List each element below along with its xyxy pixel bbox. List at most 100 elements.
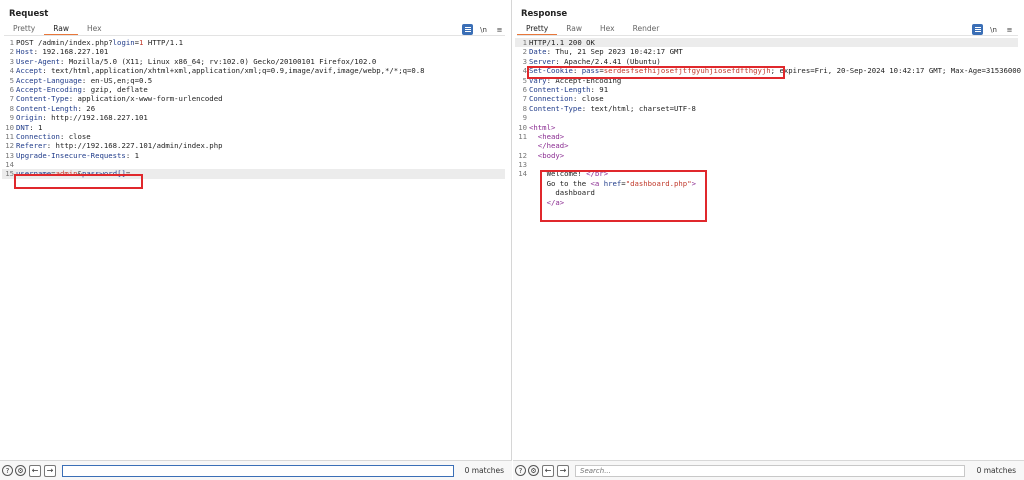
response-match-count: 0 matches bbox=[976, 466, 1016, 475]
request-match-count: 0 matches bbox=[464, 466, 504, 475]
line-number: 15 bbox=[5, 169, 14, 179]
code-line: </head> bbox=[515, 141, 1018, 150]
line-content: Host: 192.168.227.101 bbox=[16, 47, 108, 56]
code-line: 9 Origin: http://192.168.227.101 bbox=[2, 113, 505, 122]
help-icon[interactable]: ? bbox=[515, 465, 526, 476]
request-editor[interactable]: 1 POST /admin/index.php?login=1 HTTP/1.1 2… bbox=[2, 38, 505, 179]
code-line: 7 Connection: close bbox=[515, 94, 1018, 103]
newline-toggle-icon[interactable]: \n bbox=[988, 24, 999, 35]
header-name: Date bbox=[529, 47, 547, 57]
line-number: 14 bbox=[518, 169, 527, 179]
header-value: : bbox=[572, 66, 582, 76]
forward-arrow-icon[interactable]: → bbox=[44, 464, 56, 477]
header-value: : http://192.168.227.101 bbox=[42, 113, 148, 123]
header-name: Vary bbox=[529, 75, 547, 85]
header-value: : 1 bbox=[29, 122, 43, 132]
html-token: </head> bbox=[537, 141, 569, 151]
line-number: 13 bbox=[518, 160, 527, 170]
code-line: 10 <html> bbox=[515, 123, 1018, 132]
body-token: admin bbox=[55, 169, 78, 179]
line-content: Welcome! </br> bbox=[529, 169, 609, 179]
html-token: <a bbox=[590, 178, 604, 188]
line-number: 5 bbox=[9, 75, 14, 85]
body-token: username bbox=[16, 169, 52, 179]
code-line: 8 Content-Length: 26 bbox=[2, 104, 505, 113]
html-token: href bbox=[603, 178, 622, 188]
header-value: : gzip, deflate bbox=[81, 84, 148, 94]
response-editor[interactable]: 1 HTTP/1.1 200 OK 2 Date: Thu, 21 Sep 2023 … bbox=[515, 38, 1022, 207]
settings-icon[interactable]: ⚙ bbox=[528, 465, 539, 476]
header-name: User-Agent bbox=[16, 56, 60, 66]
header-name: Origin bbox=[16, 113, 43, 123]
line-number: 7 bbox=[9, 94, 14, 104]
line-content: Set-Cookie: pass=serdesfsefhijosefjtfgyu… bbox=[529, 66, 1021, 75]
line-content: Referer: http://192.168.227.101/admin/in… bbox=[16, 141, 223, 150]
header-value: : 1 bbox=[125, 150, 140, 160]
menu-icon[interactable]: ≡ bbox=[1004, 24, 1015, 35]
line-content: DNT: 1 bbox=[16, 123, 42, 132]
code-line: 14 bbox=[2, 160, 505, 169]
code-line: 13 bbox=[515, 160, 1018, 169]
code-line: 7 Content-Type: application/x-www-form-ur… bbox=[2, 94, 505, 103]
code-line: 15 username=admin&password[]= bbox=[2, 169, 505, 179]
newline-toggle-icon[interactable]: \n bbox=[478, 24, 489, 35]
header-value: : text/html,application/xhtml+xml,applic… bbox=[42, 66, 425, 76]
header-name: Accept bbox=[16, 66, 43, 76]
line-number: 4 bbox=[522, 66, 527, 76]
header-name: Content-Type bbox=[529, 103, 582, 113]
header-value: : Thu, 21 Sep 2023 10:42:17 GMT bbox=[546, 47, 683, 57]
code-line: 8 Content-Type: text/html; charset=UTF-8 bbox=[515, 104, 1018, 113]
html-token: <body> bbox=[537, 150, 565, 160]
header-value: : 192.168.227.101 bbox=[33, 47, 109, 57]
code-line: 1 POST /admin/index.php?login=1 HTTP/1.1 bbox=[2, 38, 505, 47]
line-number bbox=[515, 141, 529, 150]
line-content: Go to the <a href="dashboard.php"> bbox=[529, 179, 696, 188]
line-number: 5 bbox=[522, 75, 527, 85]
code-line: 11 Connection: close bbox=[2, 132, 505, 141]
header-name: DNT bbox=[16, 122, 30, 132]
settings-icon[interactable]: ⚙ bbox=[15, 465, 26, 476]
header-value: : Mozilla/5.0 (X11; Linux x86_64; rv:102… bbox=[59, 56, 377, 66]
response-tab-divider bbox=[517, 35, 1018, 36]
menu-icon[interactable]: ≡ bbox=[494, 24, 505, 35]
back-arrow-icon[interactable]: ← bbox=[542, 464, 554, 477]
line-number bbox=[515, 188, 529, 197]
line-number: 7 bbox=[522, 94, 527, 104]
code-line: 6 Accept-Encoding: gzip, deflate bbox=[2, 85, 505, 94]
html-token: </br> bbox=[586, 169, 609, 179]
line-content: Connection: close bbox=[529, 94, 604, 103]
line-tail: HTTP/1.1 bbox=[143, 38, 183, 47]
line-content: Origin: http://192.168.227.101 bbox=[16, 113, 148, 122]
line-number: 11 bbox=[5, 131, 14, 141]
line-content: Content-Type: application/x-www-form-url… bbox=[16, 94, 222, 103]
forward-arrow-icon[interactable]: → bbox=[557, 464, 569, 477]
header-value: : application/x-www-form-urlencoded bbox=[68, 94, 223, 104]
line-number: 11 bbox=[518, 131, 527, 141]
header-value: : en-US,en;q=0.5 bbox=[81, 75, 153, 85]
list-format-icon[interactable] bbox=[462, 24, 473, 35]
line-content: username=admin&password[]= bbox=[16, 169, 130, 178]
code-line: 13 Upgrade-Insecure-Requests: 1 bbox=[2, 151, 505, 160]
line-number: 3 bbox=[522, 56, 527, 66]
line-content: </head> bbox=[529, 141, 569, 150]
code-line: 4 Set-Cookie: pass=serdesfsefhijosefjtfgy… bbox=[515, 66, 1022, 76]
header-name: Connection bbox=[529, 94, 573, 104]
line-content: <head> bbox=[529, 132, 564, 141]
request-search-input[interactable] bbox=[62, 464, 454, 477]
line-number: 8 bbox=[9, 103, 14, 113]
code-line: 3 User-Agent: Mozilla/5.0 (X11; Linux x86… bbox=[2, 57, 505, 66]
header-name: Content-Type bbox=[16, 94, 69, 104]
back-arrow-icon[interactable]: ← bbox=[29, 464, 41, 477]
html-token: Go to the bbox=[529, 178, 591, 188]
response-toolbar: \n ≡ bbox=[972, 24, 1015, 35]
request-toolbar: \n ≡ bbox=[462, 24, 505, 35]
code-line: 14 Welcome! </br> bbox=[515, 169, 1018, 178]
html-token: > bbox=[691, 178, 696, 188]
code-line: 10 DNT: 1 bbox=[2, 123, 505, 132]
code-line: 12 <body> bbox=[515, 151, 1018, 160]
list-format-icon[interactable] bbox=[972, 24, 983, 35]
html-token: "dashboard.php" bbox=[625, 178, 692, 188]
code-line: 6 Content-Length: 91 bbox=[515, 85, 1018, 94]
response-search-input[interactable] bbox=[575, 464, 965, 477]
help-icon[interactable]: ? bbox=[2, 465, 13, 476]
